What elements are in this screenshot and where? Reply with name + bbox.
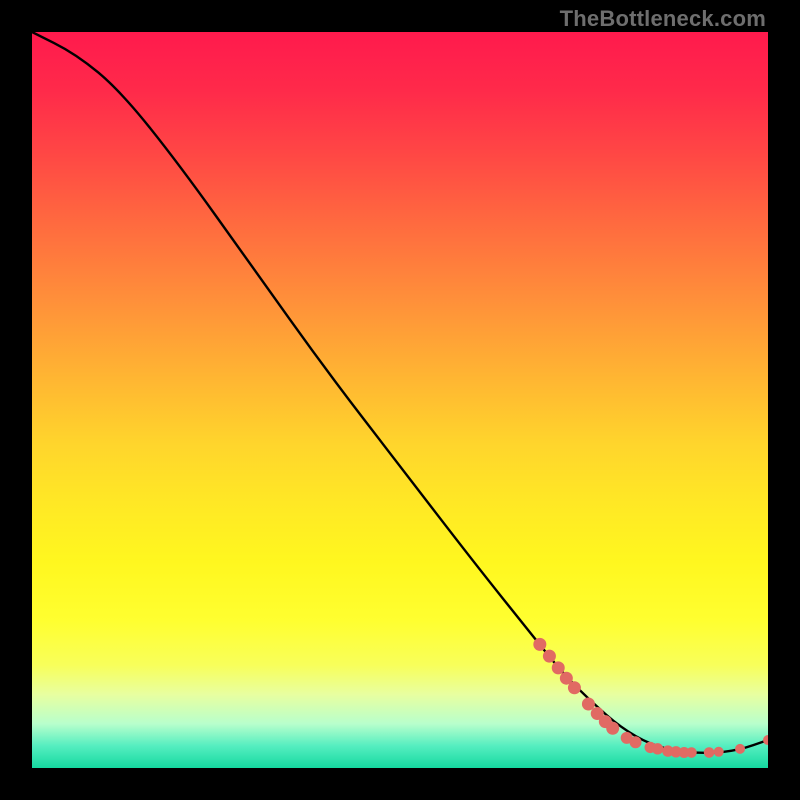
data-marker [735, 744, 745, 754]
data-markers [533, 638, 768, 758]
data-marker [686, 747, 697, 758]
data-marker [582, 697, 595, 710]
bottleneck-curve [32, 32, 768, 753]
data-marker [543, 650, 556, 663]
data-marker [714, 747, 724, 757]
data-marker [704, 747, 715, 758]
data-marker [630, 736, 642, 748]
data-marker [606, 722, 619, 735]
data-marker [568, 681, 581, 694]
plot-area [32, 32, 768, 768]
data-marker [533, 638, 546, 651]
chart-stage: TheBottleneck.com [0, 0, 800, 800]
data-marker [552, 661, 565, 674]
data-marker [652, 743, 663, 754]
chart-overlay [32, 32, 768, 768]
data-marker [763, 735, 768, 745]
watermark-text: TheBottleneck.com [560, 6, 766, 32]
